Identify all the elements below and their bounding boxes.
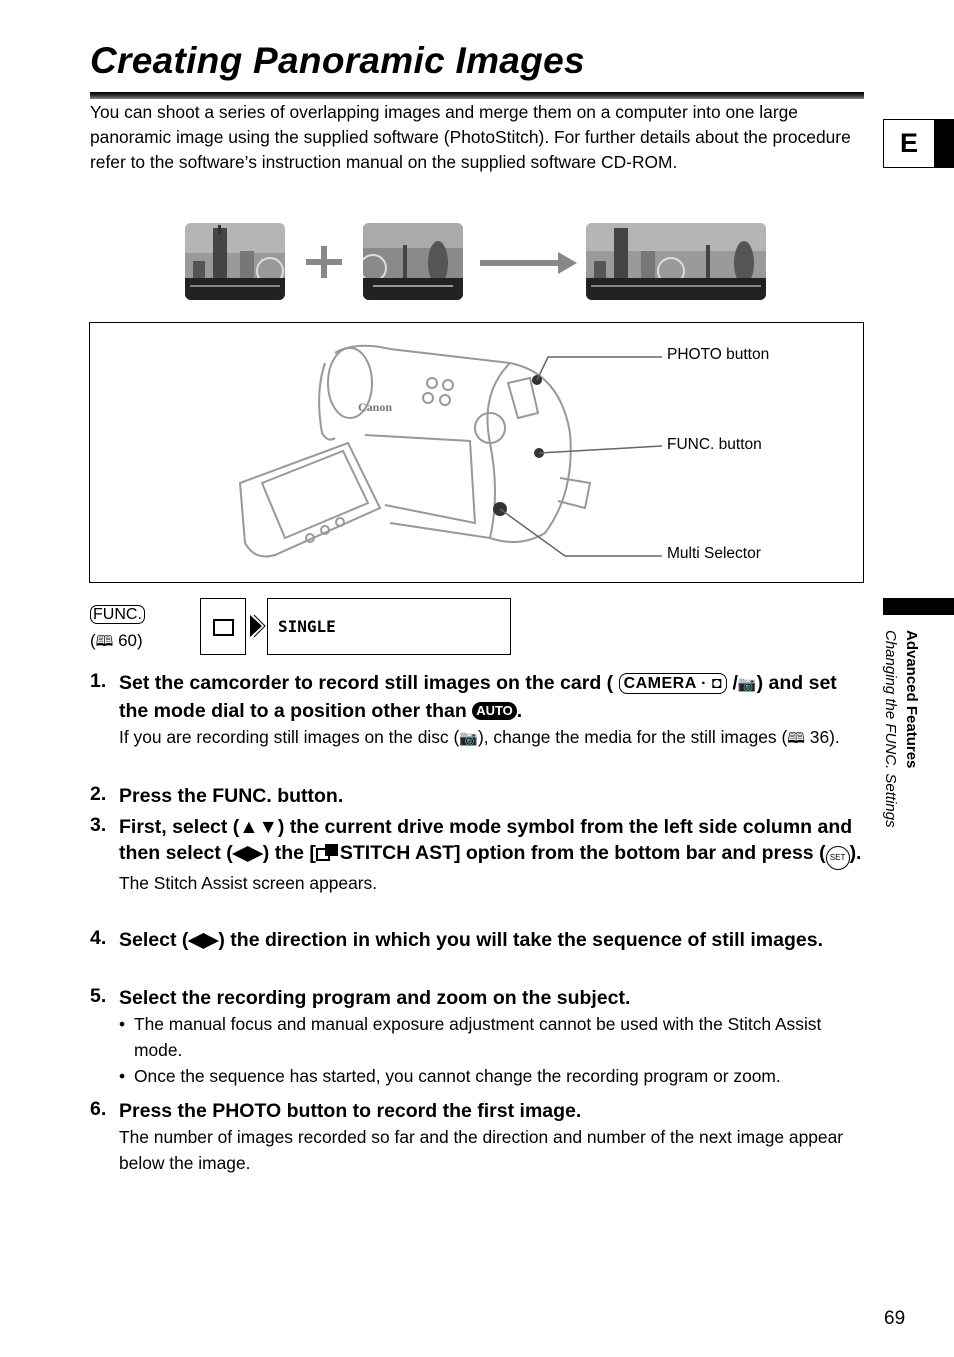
callout-multi-selector: Multi Selector — [667, 545, 761, 562]
step-3: 3. First, select (▲▼) the current drive … — [90, 814, 862, 893]
single-drive-icon — [213, 619, 234, 636]
left-right-icon: ◀▶ — [188, 929, 219, 951]
callout-photo-button: PHOTO button — [667, 346, 770, 363]
section-title: Advanced Features — [903, 630, 920, 769]
step-1: 1. Set the camcorder to record still ima… — [90, 670, 870, 752]
step-2: 2. Press the FUNC. button. — [90, 783, 344, 807]
drive-mode-box — [200, 598, 246, 655]
drive-mode-value: SINGLE — [267, 598, 511, 655]
step-6: 6. Press the PHOTO button to record the … — [90, 1098, 844, 1173]
auto-mode-icon: AUTO — [472, 702, 517, 720]
language-tab[interactable]: E — [883, 119, 935, 168]
book-icon: 🕮 — [95, 633, 114, 650]
step-5-note: Once the sequence has started, you canno… — [119, 1063, 870, 1089]
panorama-photo-merged — [586, 223, 766, 300]
section-label: Advanced Features — [903, 630, 920, 768]
func-reference: FUNC. (🕮 60) — [90, 601, 145, 655]
step-5-note: The manual focus and manual exposure adj… — [119, 1011, 870, 1063]
step-4: 4. Select (◀▶) the direction in which yo… — [90, 927, 823, 951]
func-page-ref: 60 — [118, 631, 138, 650]
set-button-icon: SET — [825, 846, 850, 870]
intro-paragraph: You can shoot a series of overlapping im… — [90, 102, 851, 172]
step-5: 5. Select the recording program and zoom… — [90, 985, 870, 1089]
subsection-label-wrap: Changing the FUNC. Settings — [882, 630, 899, 828]
card-still-icon: 📷 — [737, 676, 757, 693]
func-button-icon: FUNC. — [90, 605, 145, 624]
up-down-icon: ▲▼ — [239, 816, 278, 838]
title-rule — [90, 92, 864, 99]
subsection-title: Changing the FUNC. Settings — [882, 630, 899, 828]
section-marker — [883, 598, 954, 615]
plus-icon — [306, 246, 342, 278]
camcorder-diagram: Canon PHOTO button FUNC. button Multi Se… — [89, 322, 864, 583]
camera-mode-icon: CAMERA · ◘ — [618, 673, 728, 694]
callout-func-button: FUNC. button — [667, 436, 762, 453]
arrow-right-icon — [480, 252, 577, 274]
book-icon: 🕮 — [787, 730, 805, 747]
language-tab-bar — [935, 119, 954, 168]
left-right-icon: ◀▶ — [232, 842, 263, 864]
panorama-photo-right — [363, 223, 463, 300]
page-number: 69 — [884, 1308, 906, 1329]
canon-logo: Canon — [358, 400, 392, 414]
stitch-assist-icon — [315, 844, 338, 861]
panorama-photo-left — [185, 223, 285, 300]
disc-still-icon: 📷 — [459, 730, 478, 747]
menu-arrow-icon — [250, 614, 266, 638]
page-title: Creating Panoramic Images — [90, 40, 585, 81]
